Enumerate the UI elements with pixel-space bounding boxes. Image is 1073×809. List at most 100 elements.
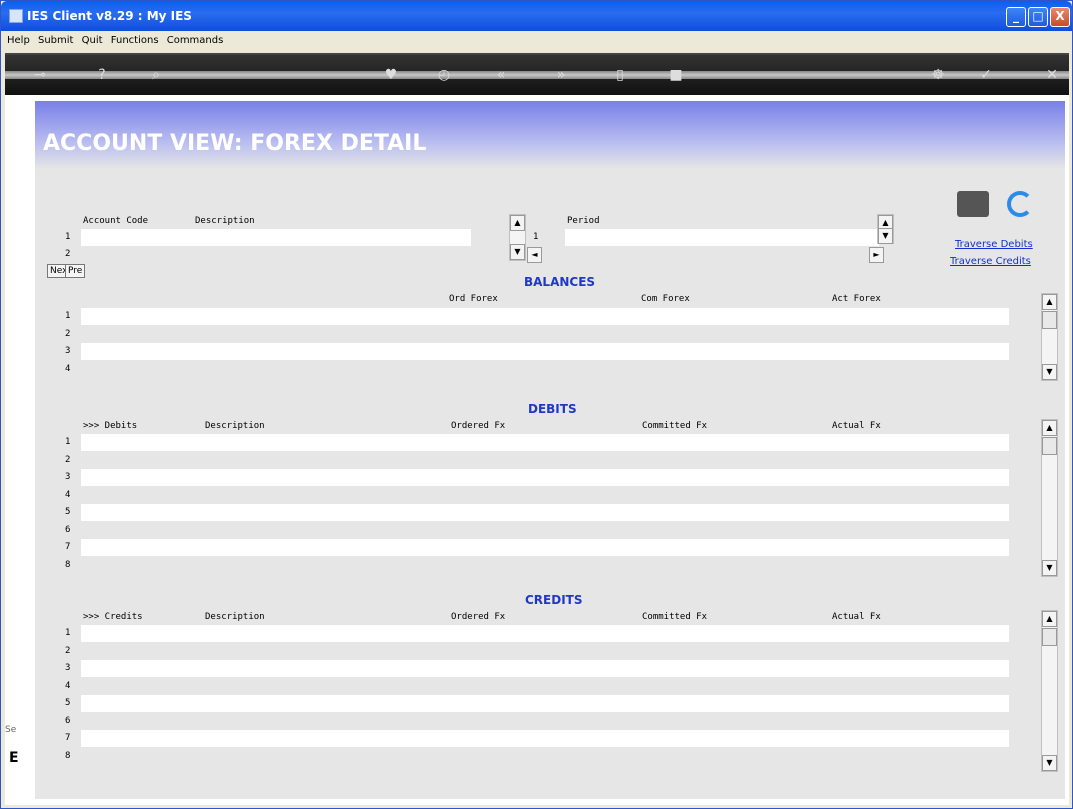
title-bar[interactable]: IES Client v8.29 : My IES _ □ X <box>1 1 1072 31</box>
table-row[interactable]: 3 <box>45 469 1009 486</box>
printer-icon[interactable] <box>957 191 989 217</box>
help-icon[interactable]: ? <box>91 65 113 85</box>
debits-scrollbar[interactable]: ▲ ▼ <box>1041 419 1058 577</box>
check-icon[interactable]: ✓ <box>975 65 997 85</box>
page-title: ACCOUNT VIEW: FOREX DETAIL <box>43 131 427 156</box>
table-row[interactable]: 1 <box>45 434 1009 451</box>
forward-icon[interactable]: » <box>550 65 572 85</box>
table-row[interactable]: 5 <box>45 504 1009 521</box>
scroll-right-icon[interactable]: ► <box>869 247 884 263</box>
row-cell[interactable] <box>81 539 1009 556</box>
stop-icon[interactable]: ■ <box>665 65 687 85</box>
col-description: Description <box>205 612 265 622</box>
scroll-thumb[interactable] <box>1042 437 1057 455</box>
scroll-left-icon[interactable]: ◄ <box>527 247 542 263</box>
menu-commands[interactable]: Commands <box>162 31 224 46</box>
balances-scrollbar[interactable]: ▲ ▼ <box>1041 293 1058 381</box>
row-cell[interactable] <box>81 343 1009 360</box>
scroll-up-icon[interactable]: ▲ <box>1042 294 1057 310</box>
table-row[interactable]: 5 <box>45 695 1009 712</box>
history-icon[interactable]: ◴ <box>433 65 455 85</box>
table-row[interactable]: 6 <box>45 713 1009 730</box>
table-row[interactable]: 2 <box>45 452 1009 469</box>
traverse-debits-link[interactable]: Traverse Debits <box>955 239 1033 250</box>
table-row[interactable]: 4 <box>45 487 1009 504</box>
table-row[interactable]: 2 <box>45 326 1009 343</box>
table-row[interactable]: 4 <box>45 678 1009 695</box>
scroll-thumb[interactable] <box>1042 628 1057 646</box>
toolbar: ⊸ ? ⌕ ♥ ◴ « » ▯ ■ ☸ ✓ ✕ <box>5 53 1069 95</box>
heart-icon[interactable]: ♥ <box>380 65 402 85</box>
col-ordered-fx: Ordered Fx <box>451 421 506 431</box>
search-icon[interactable]: ⌕ <box>145 65 167 85</box>
col-description: Description <box>205 421 265 431</box>
back-icon[interactable]: « <box>490 65 512 85</box>
period-input[interactable] <box>565 229 879 246</box>
menu-quit[interactable]: Quit <box>77 31 103 46</box>
table-row: 1 <box>527 229 879 246</box>
period-scrollbar[interactable]: ▲ ▼ <box>509 214 526 261</box>
table-row[interactable]: 1 <box>45 625 1009 642</box>
row-cell[interactable] <box>81 469 1009 486</box>
cancel-icon[interactable]: ✕ <box>1041 65 1063 85</box>
table-row[interactable]: 1 <box>45 308 1009 325</box>
scroll-down-icon[interactable]: ▼ <box>1042 364 1057 380</box>
account-input[interactable] <box>81 229 471 246</box>
balances-grid: Ord Forex Com Forex Act Forex 1 2 3 4 <box>45 291 1009 381</box>
scroll-down-icon[interactable]: ▼ <box>1042 560 1057 576</box>
table-row[interactable]: 7 <box>45 539 1009 556</box>
refresh-icon[interactable] <box>1007 191 1033 217</box>
period-vscroll[interactable]: ▲ ▼ <box>877 214 894 244</box>
table-row[interactable]: 8 <box>45 748 1009 758</box>
table-row[interactable]: 8 <box>45 557 1009 567</box>
page-header: ACCOUNT VIEW: FOREX DETAIL <box>35 101 1065 169</box>
row-cell[interactable] <box>81 660 1009 677</box>
menu-bar: Help Submit Quit Functions Commands <box>2 31 1072 53</box>
table-row[interactable]: 4 <box>45 361 1009 378</box>
col-period: Period <box>567 216 600 226</box>
credits-grid: >>> Credits Description Ordered Fx Commi… <box>45 609 1009 773</box>
scroll-up-icon[interactable]: ▲ <box>510 215 525 231</box>
table-row: 2 <box>65 249 71 259</box>
row-cell[interactable] <box>81 730 1009 747</box>
table-row[interactable]: 3 <box>45 660 1009 677</box>
minimize-button[interactable]: _ <box>1006 7 1026 27</box>
side-mark: E <box>9 750 19 766</box>
menu-functions[interactable]: Functions <box>106 31 159 46</box>
scroll-down-icon[interactable]: ▼ <box>510 244 525 260</box>
row-cell[interactable] <box>81 695 1009 712</box>
maximize-button[interactable]: □ <box>1028 7 1048 27</box>
table-row[interactable]: 3 <box>45 343 1009 360</box>
menu-submit[interactable]: Submit <box>33 31 73 46</box>
col-description: Description <box>195 216 255 226</box>
scroll-down-icon[interactable]: ▼ <box>878 228 893 244</box>
key-icon[interactable]: ⊸ <box>29 65 51 85</box>
credits-scrollbar[interactable]: ▲ ▼ <box>1041 610 1058 772</box>
scroll-down-icon[interactable]: ▼ <box>1042 755 1057 771</box>
row-cell[interactable] <box>81 504 1009 521</box>
table-row[interactable]: 7 <box>45 730 1009 747</box>
debits-title: DEBITS <box>528 402 577 416</box>
table-row[interactable]: 2 <box>45 643 1009 660</box>
close-button[interactable]: X <box>1050 7 1070 27</box>
row-cell[interactable] <box>81 625 1009 642</box>
debits-grid: >>> Debits Description Ordered Fx Commit… <box>45 418 1009 578</box>
row-cell[interactable] <box>81 434 1009 451</box>
menu-help[interactable]: Help <box>2 31 30 46</box>
col-ord-forex: Ord Forex <box>449 294 498 304</box>
col-debits: >>> Debits <box>83 421 138 431</box>
table-row[interactable]: 6 <box>45 522 1009 539</box>
scroll-up-icon[interactable]: ▲ <box>1042 420 1057 436</box>
previous-button[interactable]: Pre <box>65 264 86 278</box>
app-window: IES Client v8.29 : My IES _ □ X Help Sub… <box>0 0 1073 809</box>
row-cell[interactable] <box>81 308 1009 325</box>
col-act-forex: Act Forex <box>832 294 881 304</box>
tools-icon[interactable]: ☸ <box>927 65 949 85</box>
scroll-up-icon[interactable]: ▲ <box>1042 611 1057 627</box>
col-com-forex: Com Forex <box>641 294 690 304</box>
scroll-thumb[interactable] <box>1042 311 1057 329</box>
balances-title: BALANCES <box>524 275 596 289</box>
traverse-credits-link[interactable]: Traverse Credits <box>950 256 1031 267</box>
save-icon[interactable]: ▯ <box>609 65 631 85</box>
app-icon <box>9 9 23 23</box>
